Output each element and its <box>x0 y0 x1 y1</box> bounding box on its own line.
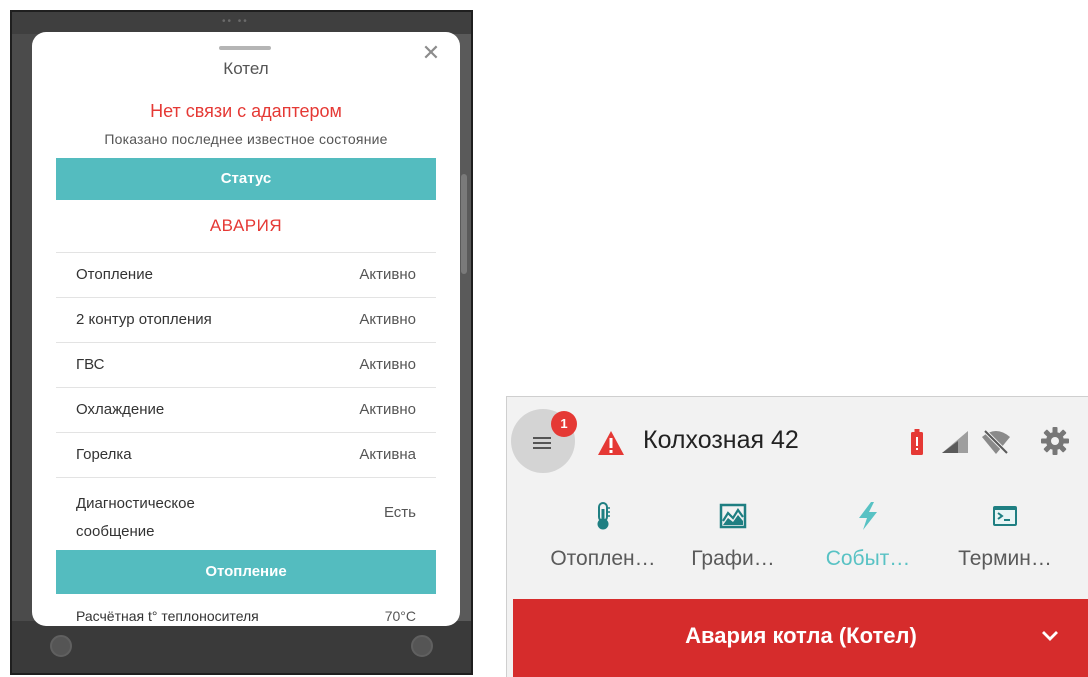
row-label: Горелка <box>76 446 132 463</box>
tab-terminal[interactable]: Термин… <box>945 497 1065 577</box>
tab-events[interactable]: Событ… <box>813 497 923 577</box>
phone-screen: •• •• ✕ Котел Нет связи с адаптером Пока… <box>10 10 473 675</box>
row-value: Активно <box>359 401 416 418</box>
terminal-icon <box>993 506 1017 526</box>
main-nav: Отоплен… Графи… Событ… Термин… <box>543 497 1063 577</box>
tab-label: Отоплен… <box>550 547 656 570</box>
cellular-signal-icon <box>942 431 968 453</box>
row-label: Охлаждение <box>76 401 165 418</box>
partial-row-label: Расчётная t° теплоносителя <box>76 608 259 624</box>
row-value: Активна <box>359 446 416 463</box>
app-header-panel: 1 Колхозная 42 Отоплен… Графи… Событ… Те… <box>506 396 1088 677</box>
gear-icon[interactable] <box>1041 427 1069 455</box>
row-value: Активно <box>359 266 416 283</box>
thermometer-icon <box>597 502 610 530</box>
boiler-modal: ✕ Котел Нет связи с адаптером Показано п… <box>32 32 460 626</box>
warning-triangle-icon <box>598 431 624 455</box>
partial-row-value: 70°C <box>384 608 416 624</box>
row-value: Активно <box>359 311 416 328</box>
tab-label: Термин… <box>958 547 1052 570</box>
status-row: 2 контур отопления Активно <box>56 297 436 342</box>
modal-title: Котел <box>223 59 269 78</box>
row-value: Активно <box>359 356 416 373</box>
phone-bottom-bar <box>12 621 471 673</box>
battery-alert-icon <box>911 429 923 455</box>
tab-heating[interactable]: Отоплен… <box>543 497 663 577</box>
connection-error: Нет связи с адаптером <box>150 101 342 121</box>
row-label: 2 контур отопления <box>76 311 212 328</box>
status-row: ГВС Активно <box>56 342 436 387</box>
settings-icon[interactable] <box>411 635 433 657</box>
status-row: Горелка Активна <box>56 432 436 477</box>
lightning-icon <box>859 502 877 530</box>
tab-label: Графи… <box>691 547 775 570</box>
row-value: Есть <box>383 504 416 521</box>
row-label: ГВС <box>76 356 105 373</box>
tab-charts[interactable]: Графи… <box>683 497 783 577</box>
heating-section-header: Отопление <box>56 550 436 594</box>
status-value: АВАРИЯ <box>209 216 283 235</box>
wifi-off-icon <box>982 429 1010 455</box>
status-section-header: Статус <box>56 158 436 200</box>
alarm-text: Авария котла (Котел) <box>685 623 917 648</box>
row-label: Диагностическое сообщение <box>76 495 195 540</box>
phone-status-bar: •• •• <box>12 12 471 34</box>
scrollbar[interactable] <box>461 174 467 274</box>
chart-icon <box>719 503 747 529</box>
chevron-down-icon[interactable] <box>1041 629 1059 643</box>
boiler-alarm-banner[interactable]: Авария котла (Котел) <box>513 599 1088 677</box>
status-list: Отопление Активно 2 контур отопления Акт… <box>56 252 436 549</box>
last-state-note: Показано последнее известное состояние <box>104 131 388 147</box>
status-row: Охлаждение Активно <box>56 387 436 432</box>
drag-handle[interactable] <box>219 46 271 50</box>
tab-label: Событ… <box>825 547 911 570</box>
status-bar-dots: •• •• <box>222 16 249 27</box>
info-icon[interactable] <box>50 635 72 657</box>
location-title: Колхозная 42 <box>643 426 799 454</box>
status-row: Диагностическое сообщение Есть <box>56 477 436 549</box>
row-label: Отопление <box>76 266 153 283</box>
notification-badge: 1 <box>551 411 577 437</box>
status-row: Отопление Активно <box>56 252 436 297</box>
